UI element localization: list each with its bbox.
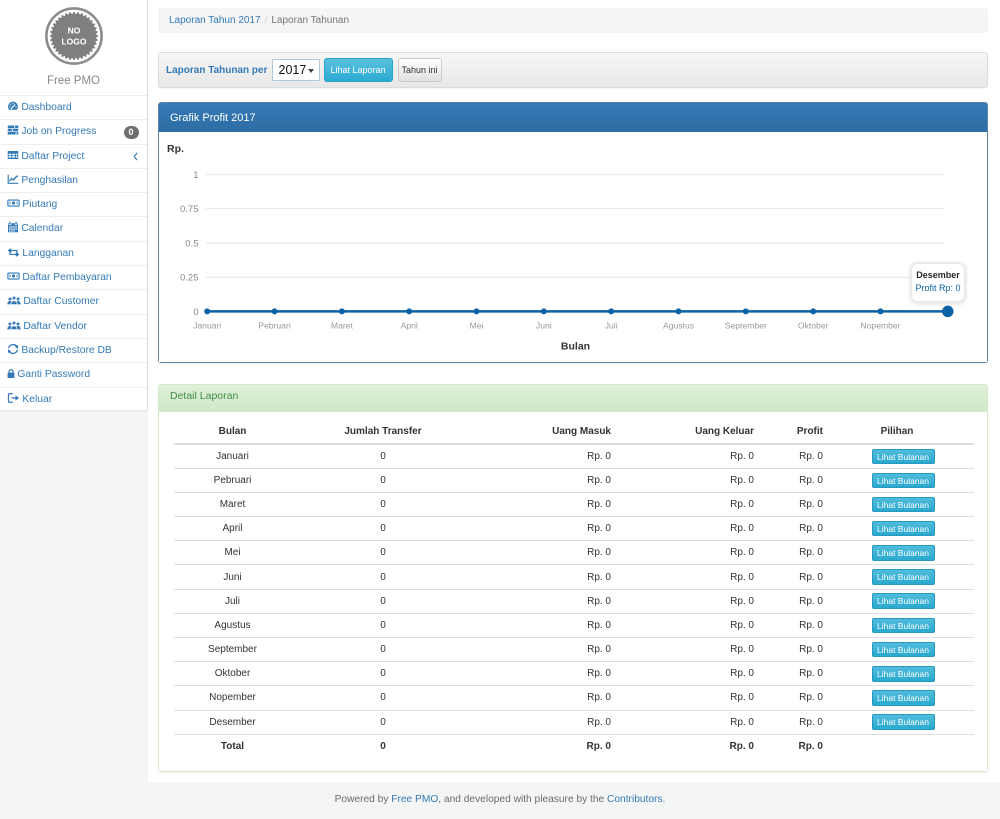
svg-text:Mei: Mei bbox=[470, 321, 484, 331]
svg-text:0.5: 0.5 bbox=[185, 238, 198, 249]
svg-text:0.75: 0.75 bbox=[180, 204, 199, 215]
svg-text:April: April bbox=[401, 321, 418, 331]
svg-text:Bulan: Bulan bbox=[561, 341, 590, 353]
svg-text:Juni: Juni bbox=[536, 321, 552, 331]
svg-text:LOGO: LOGO bbox=[61, 37, 86, 47]
svg-text:Maret: Maret bbox=[331, 321, 354, 331]
svg-text:Oktober: Oktober bbox=[798, 321, 829, 331]
svg-text:Pebruari: Pebruari bbox=[258, 321, 291, 331]
svg-text:Agustus: Agustus bbox=[663, 321, 694, 331]
svg-text:0: 0 bbox=[193, 307, 198, 318]
svg-text:Rp.: Rp. bbox=[167, 143, 184, 155]
svg-text:1: 1 bbox=[193, 170, 198, 181]
svg-text:September: September bbox=[725, 321, 767, 331]
svg-text:NO: NO bbox=[67, 26, 80, 36]
svg-text:Januari: Januari bbox=[193, 321, 221, 331]
svg-text:0.25: 0.25 bbox=[180, 273, 199, 284]
svg-text:Nopember: Nopember bbox=[860, 321, 900, 331]
svg-text:Juli: Juli bbox=[605, 321, 618, 331]
